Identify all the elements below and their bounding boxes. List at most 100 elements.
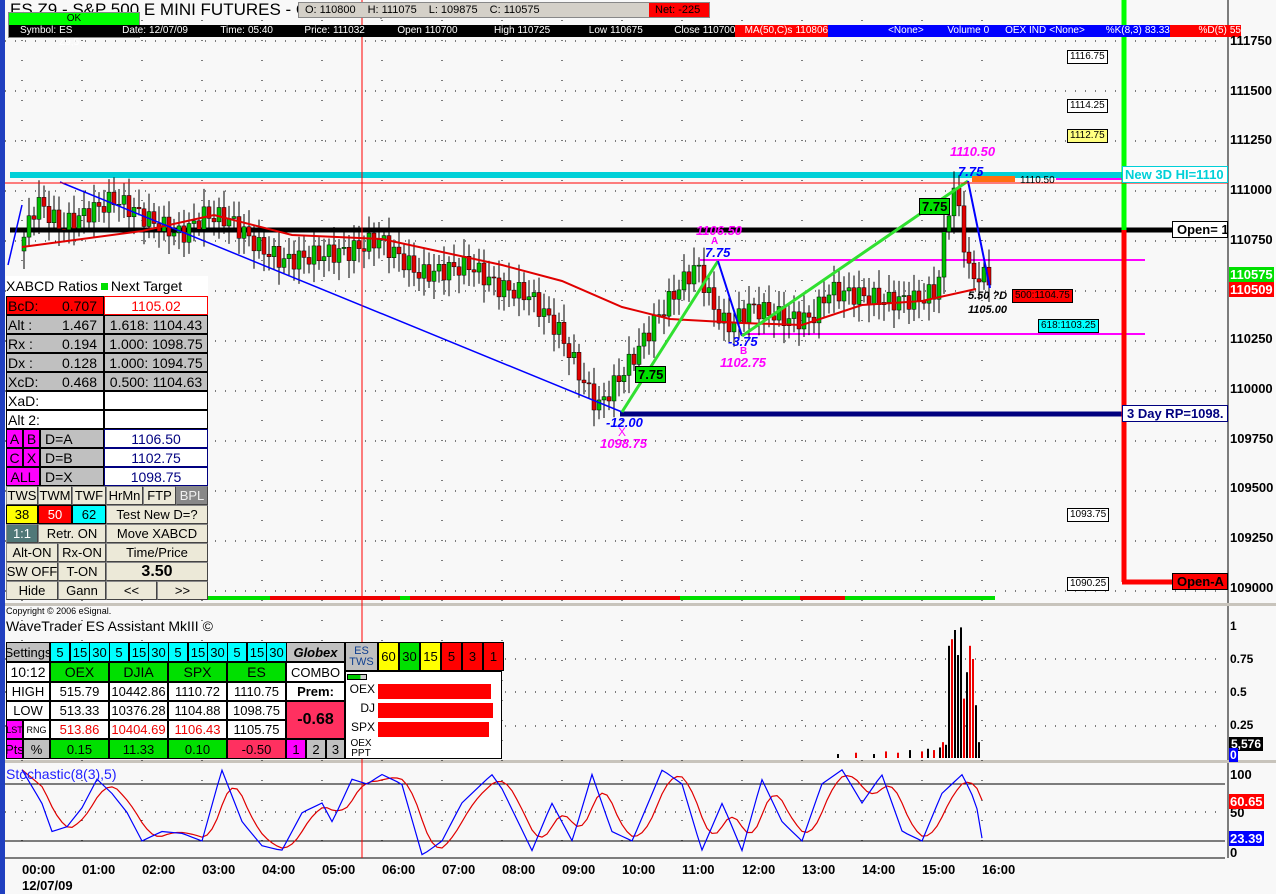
point-toggle-button[interactable]: B xyxy=(23,429,40,448)
fib-62-button[interactable]: 62 xyxy=(72,505,106,524)
period-button[interactable]: 30 xyxy=(148,642,169,662)
candle-body xyxy=(211,218,217,223)
twf-button[interactable]: TWF xyxy=(72,486,106,505)
tws-button[interactable]: TWS xyxy=(6,486,38,505)
time-axis-label: 08:00 xyxy=(502,862,536,877)
move-xabcd-button[interactable]: Move XABCD xyxy=(106,524,208,543)
last-value: 513.86 xyxy=(50,720,109,739)
data-window-key: High xyxy=(493,25,515,36)
fib-50-button[interactable]: 50 xyxy=(38,505,72,524)
retracement-button[interactable]: Retr. ON xyxy=(38,524,106,543)
gann-button[interactable]: Gann xyxy=(58,581,106,600)
prev-button[interactable]: << xyxy=(106,581,157,600)
time-axis-label: 13:00 xyxy=(802,862,836,877)
candle-body xyxy=(486,276,492,286)
data-window-ok[interactable]: OK xyxy=(9,13,139,25)
stoch-d-line xyxy=(21,769,983,849)
period-button[interactable]: 30 xyxy=(266,642,287,662)
candle-body xyxy=(491,276,497,279)
data-window-key: MA(50,C)s xyxy=(744,25,793,36)
page-button[interactable]: 1 xyxy=(286,739,306,759)
candle-body xyxy=(581,379,587,384)
time-price-button[interactable]: Time/Price xyxy=(106,543,208,562)
ratio-button[interactable]: 1:1 xyxy=(6,524,38,543)
period-button[interactable]: 15 xyxy=(70,642,90,662)
candle-body xyxy=(296,250,302,270)
candle-body xyxy=(531,292,537,298)
price-axis-label: 109500 xyxy=(1230,480,1274,496)
point-toggle-button[interactable]: C xyxy=(6,448,23,467)
ftp-button[interactable]: FTP xyxy=(143,486,176,505)
left-edge xyxy=(0,0,5,894)
new-3d-high-label: New 3D HI=1110 xyxy=(1122,166,1228,183)
settings-button[interactable]: Settings xyxy=(6,642,50,662)
data-window-key: Time: xyxy=(220,25,245,36)
candle-body xyxy=(586,382,592,385)
all-toggle-button[interactable]: ALL xyxy=(6,467,40,486)
time-axis-label: 14:00 xyxy=(862,862,896,877)
candle-body xyxy=(556,322,562,335)
period-button[interactable]: 5 xyxy=(50,642,70,662)
pane-splitter xyxy=(0,760,1276,763)
candle-body xyxy=(946,215,952,232)
ma-price-badge: 110509 xyxy=(1229,282,1274,297)
point-toggle-button[interactable]: X xyxy=(23,448,40,467)
candle-body xyxy=(51,209,57,224)
candle-body xyxy=(231,216,237,219)
candle-body xyxy=(691,265,697,285)
period-button[interactable]: 5 xyxy=(168,642,188,662)
target-value: 1.000: 1098.75 xyxy=(104,334,208,353)
candle-body xyxy=(916,290,922,301)
period-button[interactable]: 15 xyxy=(129,642,149,662)
period-button[interactable]: 15 xyxy=(188,642,208,662)
candle-body xyxy=(366,232,372,252)
candle-body xyxy=(456,266,462,276)
twm-button[interactable]: TWM xyxy=(38,486,72,505)
candle-body xyxy=(341,247,347,249)
value-display[interactable]: 3.50 xyxy=(106,562,208,581)
ratio-row: XcD: 0.468 xyxy=(6,372,104,391)
bpl-button[interactable]: BPL xyxy=(176,486,208,505)
candle-body xyxy=(56,209,62,229)
ratio-key: Dx : xyxy=(8,354,33,371)
candle-body xyxy=(626,353,632,376)
candle-body xyxy=(806,312,812,318)
swing-off-button[interactable]: SW OFF xyxy=(6,562,58,581)
alt-on-button[interactable]: Alt-ON xyxy=(6,543,58,562)
period-button[interactable]: 5 xyxy=(227,642,247,662)
candle-body xyxy=(551,314,557,335)
candle-body xyxy=(706,287,712,293)
period-button[interactable]: 30 xyxy=(207,642,228,662)
candle-body xyxy=(441,264,447,281)
candle-body xyxy=(216,207,222,223)
candle-body xyxy=(21,236,27,252)
fib-38-button[interactable]: 38 xyxy=(6,505,38,524)
hide-button[interactable]: Hide xyxy=(6,581,58,600)
data-window-row: Symbol: ES Z9,5 xyxy=(9,25,90,48)
high-value: 1110.72 xyxy=(168,682,227,701)
candle-body xyxy=(901,295,907,297)
data-window-value: 110700 xyxy=(702,25,736,36)
candle-body xyxy=(426,264,432,282)
candle-body xyxy=(876,287,882,305)
period-button[interactable]: 15 xyxy=(247,642,267,662)
period-button[interactable]: 30 xyxy=(89,642,110,662)
stochastic-title: Stochastic(8(3),5) xyxy=(6,766,117,782)
candle-body xyxy=(451,262,457,268)
period-button[interactable]: 5 xyxy=(109,642,129,662)
page-button[interactable]: 2 xyxy=(306,739,326,759)
points-button[interactable]: Pts xyxy=(6,739,23,759)
test-new-d-button[interactable]: Test New D=? xyxy=(106,505,208,524)
point-toggle-button[interactable]: A xyxy=(6,429,23,448)
hrmn-button[interactable]: HrMn xyxy=(106,486,143,505)
t-on-button[interactable]: T-ON xyxy=(58,562,106,581)
page-button[interactable]: 3 xyxy=(326,739,345,759)
time-axis-label: 06:00 xyxy=(382,862,416,877)
rx-on-button[interactable]: Rx-ON xyxy=(58,543,106,562)
candle-body xyxy=(246,226,252,237)
candle-body xyxy=(276,246,282,268)
percent-button[interactable]: % xyxy=(23,739,50,759)
candle-body xyxy=(861,287,867,297)
next-button[interactable]: >> xyxy=(157,581,208,600)
candle-body xyxy=(476,262,482,273)
